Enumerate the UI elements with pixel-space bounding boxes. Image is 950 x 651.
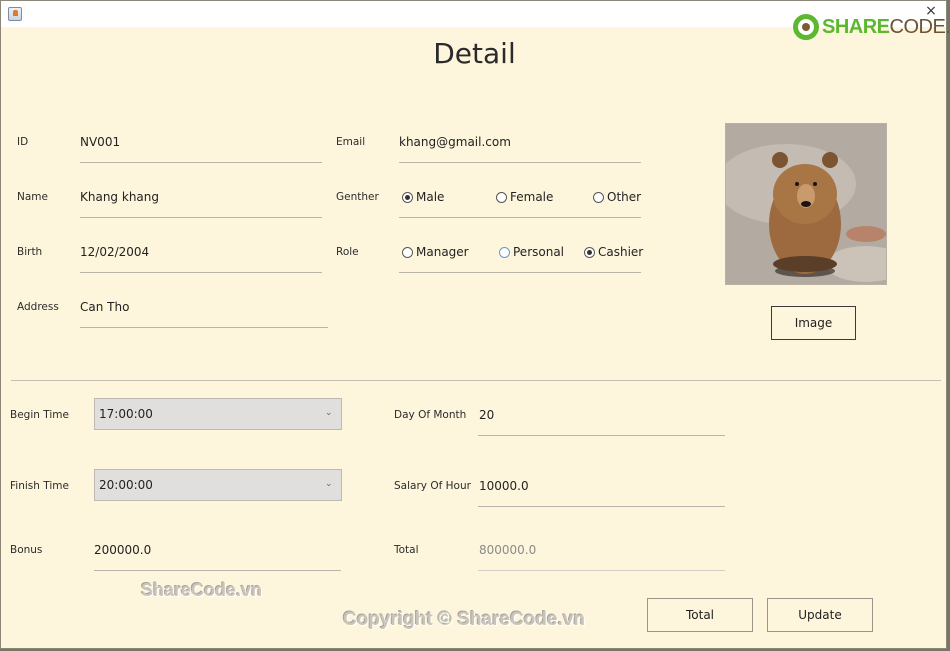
address-field[interactable]: Can Tho (80, 300, 129, 314)
finish-time-value: 20:00:00 (99, 478, 153, 492)
name-underline (80, 217, 322, 218)
finish-time-label: Finish Time (10, 480, 69, 492)
detail-window: × SHARECODE.vn Detail ID NV001 Name Khan… (0, 0, 950, 649)
logo-text-bold: SHARE (822, 15, 890, 38)
total-field: 800000.0 (479, 543, 537, 557)
logo-text-normal: CODE.vn (889, 15, 950, 38)
id-underline (80, 162, 322, 163)
role-radio-personal[interactable]: Personal (499, 245, 564, 259)
gender-label: Genther (336, 191, 379, 203)
name-label: Name (17, 191, 48, 203)
begin-time-label: Begin Time (10, 409, 69, 421)
total-label: Total (394, 544, 419, 556)
watermark-sharecode: ShareCode.vn (141, 580, 263, 600)
role-personal-label: Personal (513, 245, 565, 259)
address-label: Address (17, 301, 59, 313)
email-field[interactable]: khang@gmail.com (399, 135, 511, 149)
radio-unchecked-icon (496, 191, 507, 203)
choose-image-button[interactable]: Image (771, 306, 856, 340)
gender-female-label: Female (510, 190, 554, 204)
begin-time-select[interactable]: 17:00:00 ⌄ (94, 398, 342, 430)
gender-other-label: Other (607, 190, 642, 204)
bonus-underline (94, 570, 341, 571)
total-underline (478, 570, 725, 571)
bonus-label: Bonus (10, 544, 43, 556)
radio-checked-icon (584, 246, 595, 258)
role-radio-manager[interactable]: Manager (402, 245, 469, 259)
gender-radio-male[interactable]: Male (402, 190, 444, 204)
birth-label: Birth (17, 246, 43, 258)
role-manager-label: Manager (416, 245, 469, 259)
gender-radio-other[interactable]: Other (593, 190, 641, 204)
day-of-month-underline (478, 435, 725, 436)
role-cashier-label: Cashier (598, 245, 644, 259)
chevron-down-icon: ⌄ (325, 479, 333, 489)
gender-radio-female[interactable]: Female (496, 190, 553, 204)
total-button[interactable]: Total (647, 598, 753, 632)
section-divider (11, 380, 941, 381)
email-label: Email (336, 136, 366, 148)
birth-field[interactable]: 12/02/2004 (80, 245, 149, 259)
radio-unchecked-icon (402, 246, 413, 258)
day-of-month-label: Day Of Month (394, 409, 467, 421)
name-field[interactable]: Khang khang (80, 190, 159, 204)
role-underline (399, 272, 641, 273)
gender-male-label: Male (416, 190, 445, 204)
page-title: Detail (433, 37, 516, 70)
radio-checked-icon (402, 191, 413, 203)
gender-underline (399, 217, 641, 218)
chevron-down-icon: ⌄ (325, 408, 333, 418)
bear-image-icon (726, 124, 886, 284)
salary-of-hour-field[interactable]: 10000.0 (479, 479, 529, 493)
finish-time-select[interactable]: 20:00:00 ⌄ (94, 469, 342, 501)
day-of-month-field[interactable]: 20 (479, 408, 494, 422)
radio-unchecked-icon (499, 246, 510, 258)
salary-of-hour-underline (478, 506, 725, 507)
id-field[interactable]: NV001 (80, 135, 120, 149)
begin-time-value: 17:00:00 (99, 407, 153, 421)
id-label: ID (17, 136, 29, 148)
address-underline (80, 327, 328, 328)
update-button[interactable]: Update (767, 598, 873, 632)
employee-photo (725, 123, 887, 285)
role-label: Role (336, 246, 359, 258)
email-underline (399, 162, 641, 163)
birth-underline (80, 272, 322, 273)
role-radio-cashier[interactable]: Cashier (584, 245, 643, 259)
java-cup-icon (8, 7, 22, 21)
bonus-field[interactable]: 200000.0 (94, 543, 151, 557)
watermark-copyright: Copyright © ShareCode.vn (343, 609, 586, 630)
radio-unchecked-icon (593, 191, 604, 203)
salary-of-hour-label: Salary Of Hour (394, 480, 471, 492)
